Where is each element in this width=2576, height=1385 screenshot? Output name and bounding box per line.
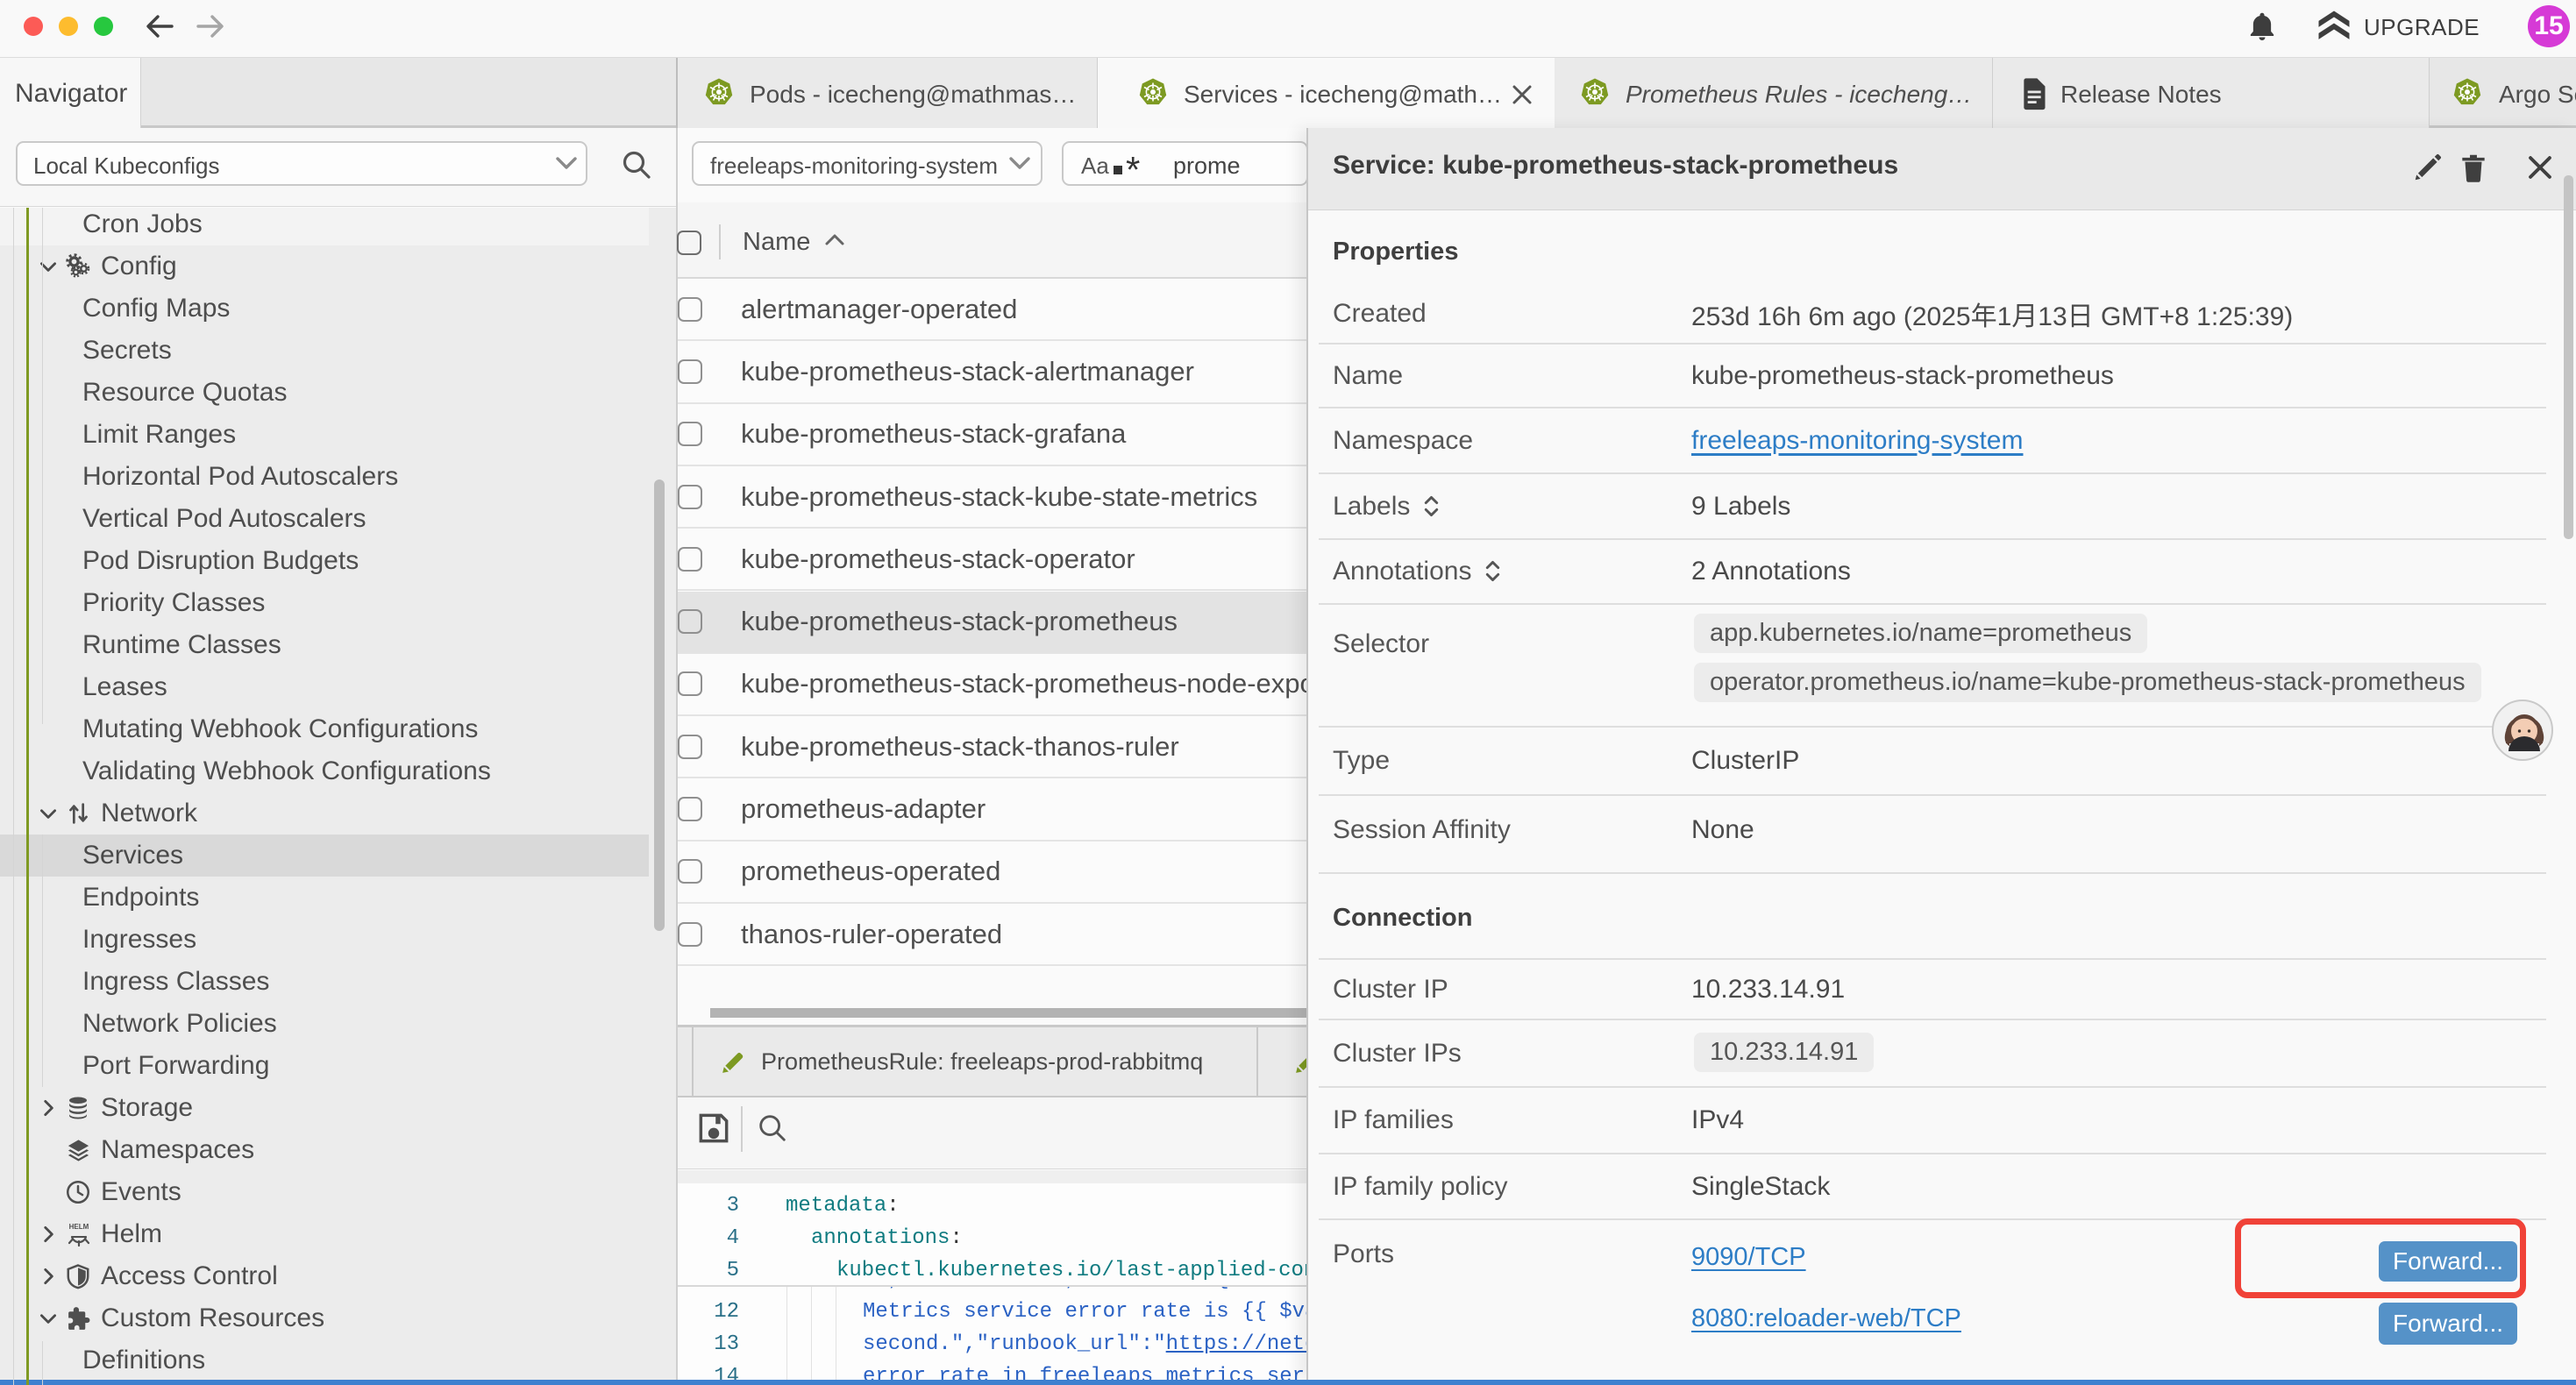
svg-text:HELM: HELM: [69, 1223, 89, 1231]
